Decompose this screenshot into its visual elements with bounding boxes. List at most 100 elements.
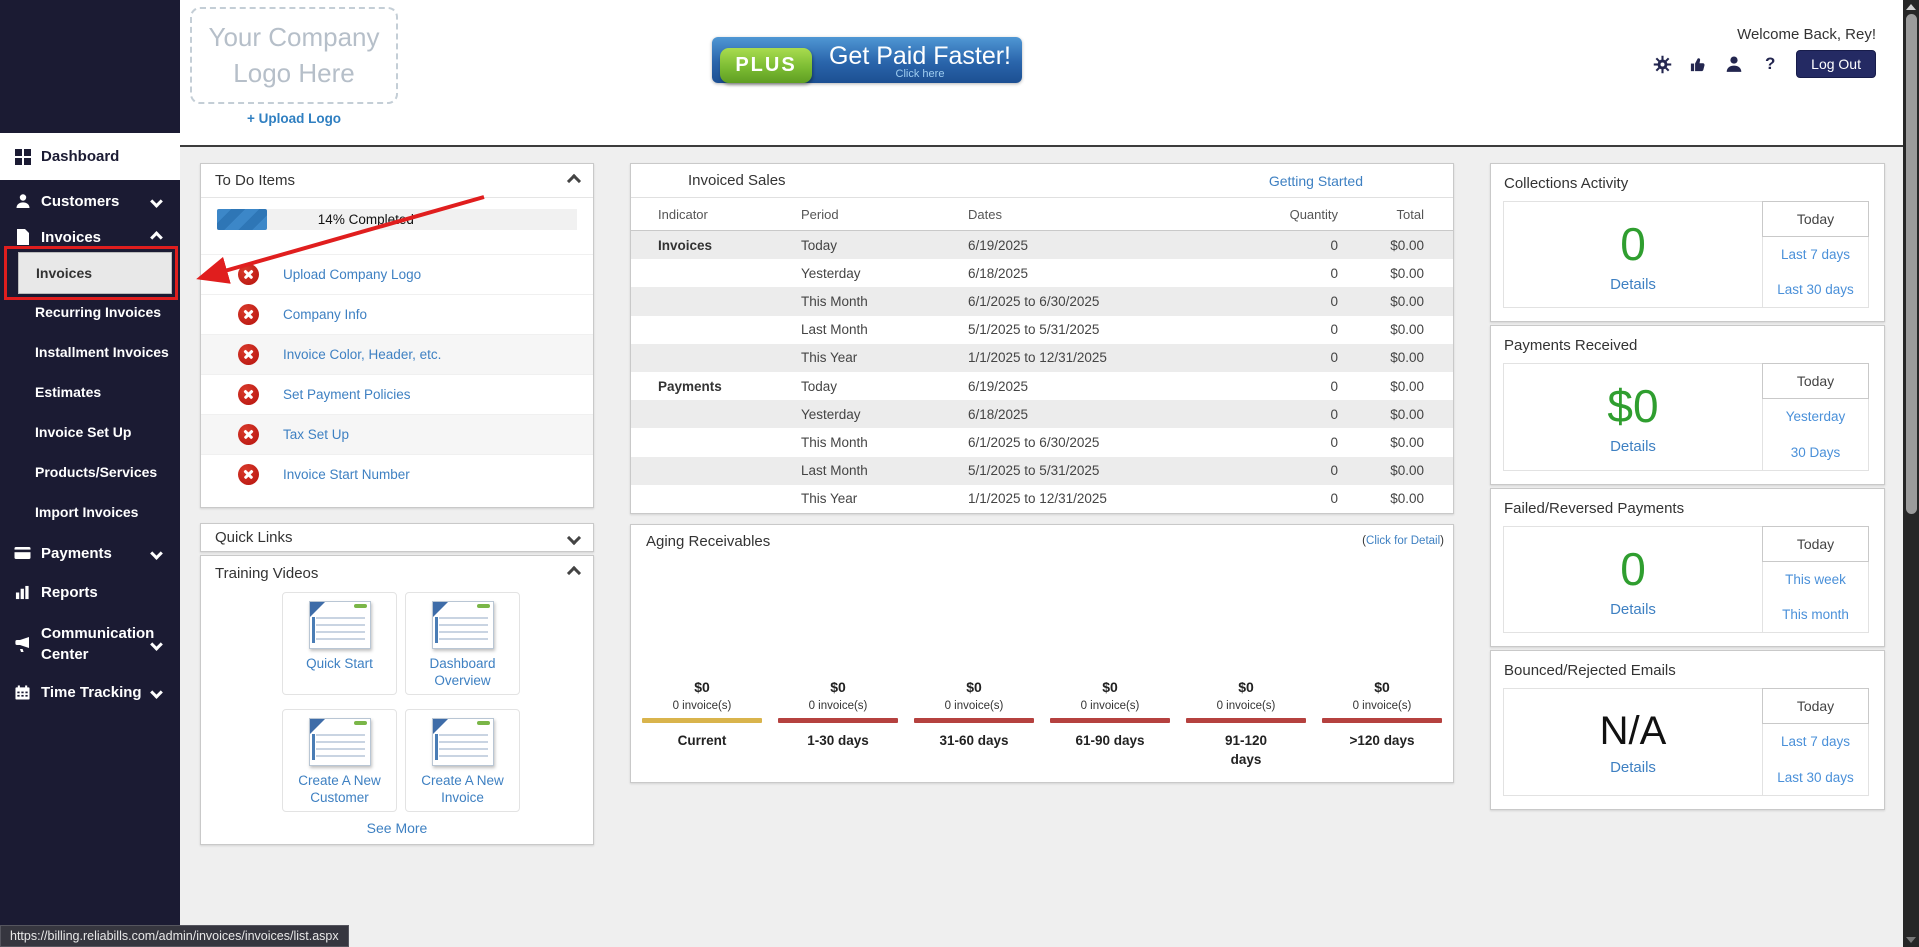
details-link[interactable]: Details (1610, 759, 1656, 776)
todo-panel: To Do Items 14% Completed Upload Company… (200, 163, 594, 508)
scrollbar-thumb[interactable] (1906, 14, 1917, 514)
bounced-rejected-emails-panel: Bounced/Rejected Emails N/A Details Toda… (1490, 650, 1885, 810)
todo-panel-header: To Do Items (201, 164, 593, 198)
training-videos-panel: Training Videos Quick Start Dashboard Ov… (200, 555, 594, 845)
collapse-chevron-up-icon[interactable] (567, 173, 581, 187)
getting-started-link[interactable]: Getting Started (1269, 173, 1363, 189)
quick-links-title: Quick Links (215, 529, 293, 546)
scroll-up-arrow-icon[interactable] (1906, 4, 1916, 10)
todo-item: Tax Set Up (201, 414, 593, 454)
todo-item-link[interactable]: Invoice Start Number (283, 467, 410, 482)
column-header: Quantity (1258, 207, 1338, 222)
annotation-highlight-box (4, 246, 178, 300)
bucket-bar (1186, 718, 1306, 723)
incomplete-x-icon (238, 304, 259, 325)
table-row: This Month6/1/2025 to 6/30/20250$0.00 (631, 287, 1453, 315)
aging-buckets: $00 invoice(s)Current $00 invoice(s)1-30… (634, 679, 1450, 769)
bucket-bar (642, 718, 762, 723)
upload-logo-link[interactable]: + Upload Logo (190, 111, 398, 126)
sidebar-subitem-estimates[interactable]: Estimates (0, 372, 180, 412)
tab-last-7-days[interactable]: Last 7 days (1763, 237, 1868, 272)
scroll-down-arrow-icon[interactable] (1906, 937, 1916, 943)
sidebar-item-label: Invoices (41, 229, 101, 246)
details-link[interactable]: Details (1610, 601, 1656, 618)
details-link[interactable]: Details (1610, 276, 1656, 293)
sidebar-item-customers[interactable]: Customers (0, 183, 180, 219)
quick-links-header: Quick Links (201, 524, 593, 551)
sidebar-subitem-installment-invoices[interactable]: Installment Invoices (0, 332, 180, 372)
tab-last-30-days[interactable]: Last 30 days (1763, 760, 1868, 796)
todo-item-link[interactable]: Tax Set Up (283, 427, 349, 442)
sidebar-subitem-invoice-set-up[interactable]: Invoice Set Up (0, 412, 180, 452)
todo-list: Upload Company Logo Company Info Invoice… (201, 254, 593, 494)
todo-item-link[interactable]: Upload Company Logo (283, 267, 421, 282)
gear-icon[interactable] (1652, 53, 1672, 75)
todo-item: Upload Company Logo (201, 254, 593, 294)
tab-last-7-days[interactable]: Last 7 days (1763, 724, 1868, 760)
panel-body: 0 Details Today This week This month (1503, 526, 1869, 633)
user-icon (13, 193, 32, 209)
table-column-headers: Indicator Period Dates Quantity Total (631, 198, 1453, 231)
table-row: Yesterday6/18/20250$0.00 (631, 259, 1453, 287)
column-header: Dates (968, 207, 1258, 222)
video-card-create-invoice[interactable]: Create A New Invoice (405, 709, 520, 812)
credit-card-icon (13, 546, 32, 560)
tab-this-month[interactable]: This month (1763, 597, 1868, 632)
tab-today[interactable]: Today (1762, 363, 1869, 399)
browser-status-url: https://billing.reliabills.com/admin/inv… (0, 925, 349, 947)
bucket-bar (1050, 718, 1170, 723)
logo-placeholder-text: Your Company Logo Here (192, 20, 396, 90)
sidebar-item-payments[interactable]: Payments (0, 535, 180, 571)
tab-last-30-days[interactable]: Last 30 days (1763, 272, 1868, 307)
video-label: Create A New Invoice (413, 772, 513, 806)
tab-today[interactable]: Today (1762, 688, 1869, 724)
video-card-dashboard-overview[interactable]: Dashboard Overview (405, 592, 520, 695)
failed-reversed-payments-panel: Failed/Reversed Payments 0 Details Today… (1490, 488, 1885, 647)
header-actions: ? Log Out (1652, 50, 1876, 78)
panel-title: Collections Activity (1491, 164, 1884, 192)
sidebar-item-communication-center[interactable]: Communication Center (0, 616, 180, 672)
get-paid-faster-banner[interactable]: PLUS Get Paid Faster! Click here (712, 37, 1022, 83)
video-thumbnail (309, 601, 371, 649)
aging-bucket-1-30: $00 invoice(s)1-30 days (770, 679, 906, 769)
tab-30-days[interactable]: 30 Days (1763, 435, 1868, 471)
video-card-quick-start[interactable]: Quick Start (282, 592, 397, 695)
sidebar-item-time-tracking[interactable]: Time Tracking (0, 674, 180, 710)
todo-progress-fill (217, 209, 267, 230)
banner-click-here-link[interactable]: Click here (896, 68, 945, 80)
table-row: Last Month5/1/2025 to 5/31/20250$0.00 (631, 457, 1453, 485)
click-for-detail-link[interactable]: Click for Detail (1366, 535, 1440, 547)
logout-button[interactable]: Log Out (1796, 50, 1876, 78)
company-logo-placeholder[interactable]: Your Company Logo Here (190, 7, 398, 104)
todo-item-link[interactable]: Invoice Color, Header, etc. (283, 347, 441, 362)
table-row: Yesterday6/18/20250$0.00 (631, 400, 1453, 428)
video-label: Quick Start (306, 655, 373, 672)
aging-header: Aging Receivables (Click for Detail) (631, 525, 1453, 557)
sidebar-item-dashboard[interactable]: Dashboard (0, 133, 180, 180)
details-link[interactable]: Details (1610, 438, 1656, 455)
sidebar-item-reports[interactable]: Reports (0, 574, 180, 610)
help-icon[interactable]: ? (1760, 53, 1780, 75)
panel-title: Payments Received (1491, 326, 1884, 354)
see-more-link[interactable]: See More (201, 820, 593, 836)
tab-this-week[interactable]: This week (1763, 562, 1868, 597)
tab-yesterday[interactable]: Yesterday (1763, 399, 1868, 435)
collapse-chevron-down-icon[interactable] (567, 530, 581, 544)
quick-links-panel: Quick Links (200, 523, 594, 552)
thumbs-up-icon[interactable] (1688, 53, 1708, 75)
video-card-create-customer[interactable]: Create A New Customer (282, 709, 397, 812)
table-row: Last Month5/1/2025 to 5/31/20250$0.00 (631, 316, 1453, 344)
todo-item-link[interactable]: Set Payment Policies (283, 387, 411, 402)
tab-today[interactable]: Today (1762, 526, 1869, 562)
sidebar-subitem-import-invoices[interactable]: Import Invoices (0, 492, 180, 532)
user-icon[interactable] (1724, 53, 1744, 75)
collapse-chevron-up-icon[interactable] (567, 566, 581, 580)
dashboard-grid-icon (13, 149, 32, 165)
panel-title: Bounced/Rejected Emails (1491, 651, 1884, 679)
vertical-scrollbar[interactable] (1903, 0, 1919, 947)
sidebar-subitem-products-services[interactable]: Products/Services (0, 452, 180, 492)
tab-today[interactable]: Today (1762, 201, 1869, 237)
todo-item-link[interactable]: Company Info (283, 307, 367, 322)
stat-value: $0 (1607, 379, 1658, 433)
stat-tabs: Today This week This month (1762, 527, 1868, 632)
